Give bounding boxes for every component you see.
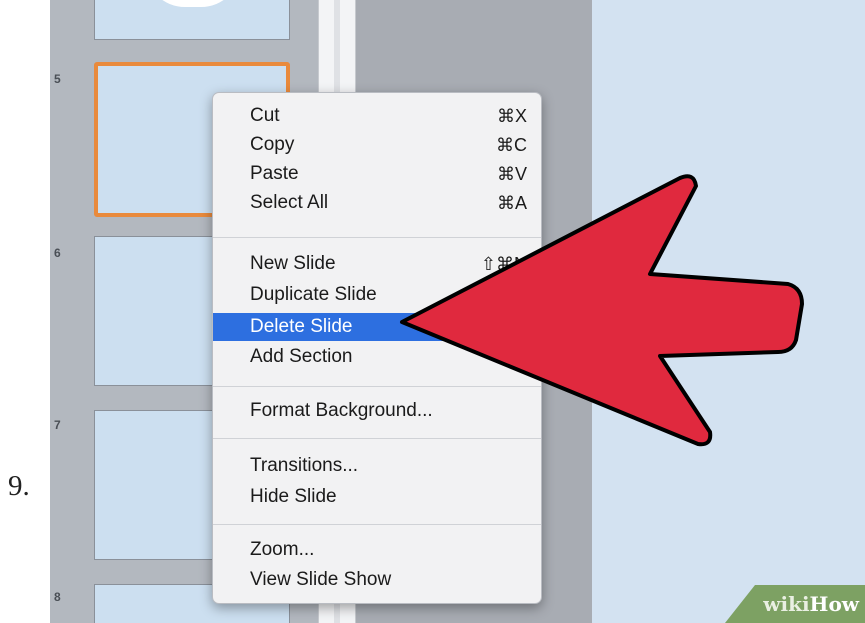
watermark-text: wikiHow [763,592,859,616]
wikihow-watermark: wikiHow [725,585,865,623]
screenshot: 5 6 7 8 Cut ⌘X Copy ⌘C Paste ⌘V Select A… [50,0,865,623]
red-arrow-icon [400,174,804,447]
step-number: 9. [8,470,30,502]
